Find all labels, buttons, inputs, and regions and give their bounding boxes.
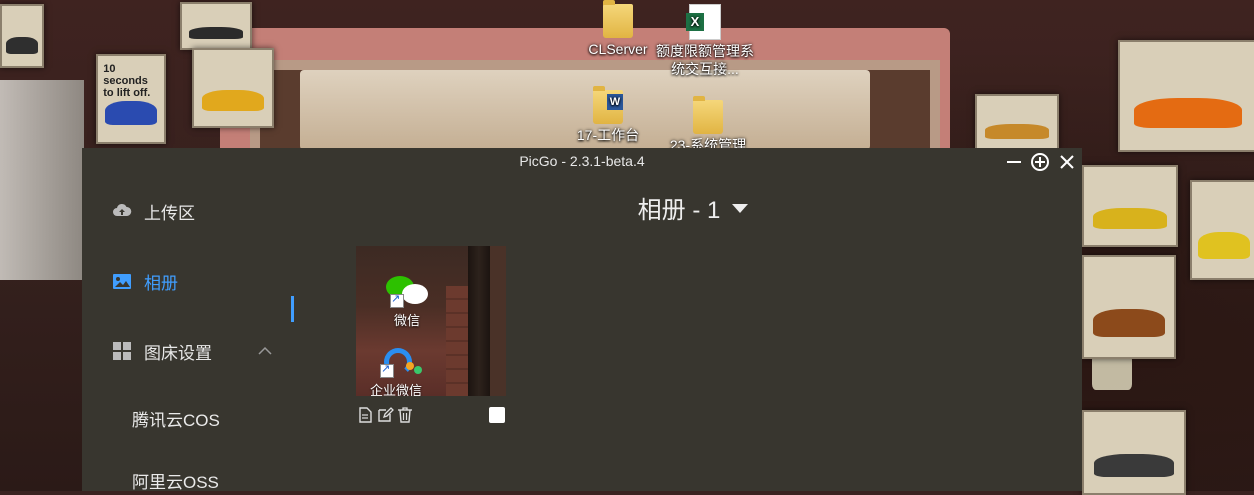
desktop-icon-label: 额度限额管理系统交互接... (656, 43, 754, 77)
thumbnail-wall (490, 246, 506, 396)
active-indicator (291, 296, 294, 322)
shortcut-arrow-icon (380, 362, 394, 378)
desktop-icon-label: CLServer (588, 41, 648, 57)
window-title: PicGo - 2.3.1-beta.4 (519, 153, 645, 169)
thumbnail-pole (468, 246, 490, 396)
gallery-title-dropdown[interactable]: 相册 - 1 (304, 190, 1082, 225)
cloud-upload-icon (112, 201, 132, 221)
wallpaper-poster (0, 4, 44, 68)
wallpaper-shelf (0, 80, 84, 280)
desktop-icon-clserver[interactable]: CLServer (568, 0, 668, 58)
wallpaper-poster (1190, 180, 1254, 280)
minimize-icon (1007, 161, 1021, 163)
folder-icon (603, 0, 633, 38)
minimize-button[interactable] (1004, 152, 1024, 172)
sidebar-item-upload[interactable]: 上传区 (112, 196, 195, 226)
maximize-button[interactable] (1030, 152, 1050, 172)
gallery-title: 相册 - 1 (637, 197, 721, 224)
wallpaper-poster (192, 48, 274, 128)
wallpaper-poster (975, 94, 1059, 152)
wallpaper-poster: 10 seconds to lift off. (96, 54, 166, 144)
image-icon (112, 271, 132, 291)
wallpaper-poster (1082, 410, 1186, 495)
delete-icon[interactable] (396, 406, 414, 424)
sidebar-subitem-tencent-cos[interactable]: 腾讯云COS (132, 404, 220, 432)
poster-text: 10 seconds to lift off. (103, 62, 151, 100)
maximize-icon (1031, 153, 1049, 171)
wallpaper-poster (1118, 40, 1254, 152)
close-icon (1060, 155, 1074, 169)
thumbnail-label-wechat: 微信 (394, 313, 421, 328)
wallpaper-poster (180, 2, 252, 50)
sidebar: 上传区 相册 图床设置 腾讯云COS 阿里云OSS (82, 176, 304, 491)
edit-icon[interactable] (376, 406, 394, 424)
select-checkbox[interactable] (489, 407, 505, 423)
copy-icon[interactable] (356, 406, 374, 424)
wallpaper-poster (1082, 255, 1176, 359)
desktop-icon-excel-file[interactable]: 额度限额管理系统交互接... (655, 4, 755, 78)
word-folder-icon (593, 86, 623, 124)
gallery-thumbnail[interactable]: 微信 企业微信 (356, 246, 506, 396)
sidebar-item-label: 相册 (144, 273, 178, 293)
thumbnail-label-wecom: 企业微信 (370, 383, 423, 396)
title-bar[interactable]: PicGo - 2.3.1-beta.4 (82, 148, 1082, 176)
caret-down-icon (732, 204, 749, 214)
sidebar-item-label: 上传区 (144, 203, 195, 223)
chevron-up-icon (258, 346, 272, 355)
desktop-icon-workbench[interactable]: 17-工作台 (558, 86, 658, 144)
thumbnail-actions (356, 406, 414, 424)
grid-icon (112, 341, 132, 361)
gallery-main: 相册 - 1 微信 企业微信 (304, 176, 1082, 491)
close-button[interactable] (1057, 152, 1077, 172)
excel-file-icon (686, 4, 721, 40)
wallpaper-poster (1082, 165, 1178, 247)
desktop-icon-system-mgmt[interactable]: 23-系统管理 (658, 96, 758, 154)
shortcut-arrow-icon (390, 292, 404, 308)
sidebar-subitem-aliyun-oss[interactable]: 阿里云OSS (132, 466, 219, 492)
sidebar-item-picbed-settings[interactable]: 图床设置 (112, 336, 272, 366)
folder-icon (693, 96, 723, 134)
picgo-window: PicGo - 2.3.1-beta.4 上传区 相册 图床设置 腾讯云COS … (82, 148, 1082, 491)
desktop-icon-label: 17-工作台 (576, 127, 640, 143)
sidebar-item-label: 图床设置 (144, 343, 212, 363)
sidebar-item-gallery[interactable]: 相册 (112, 266, 178, 296)
